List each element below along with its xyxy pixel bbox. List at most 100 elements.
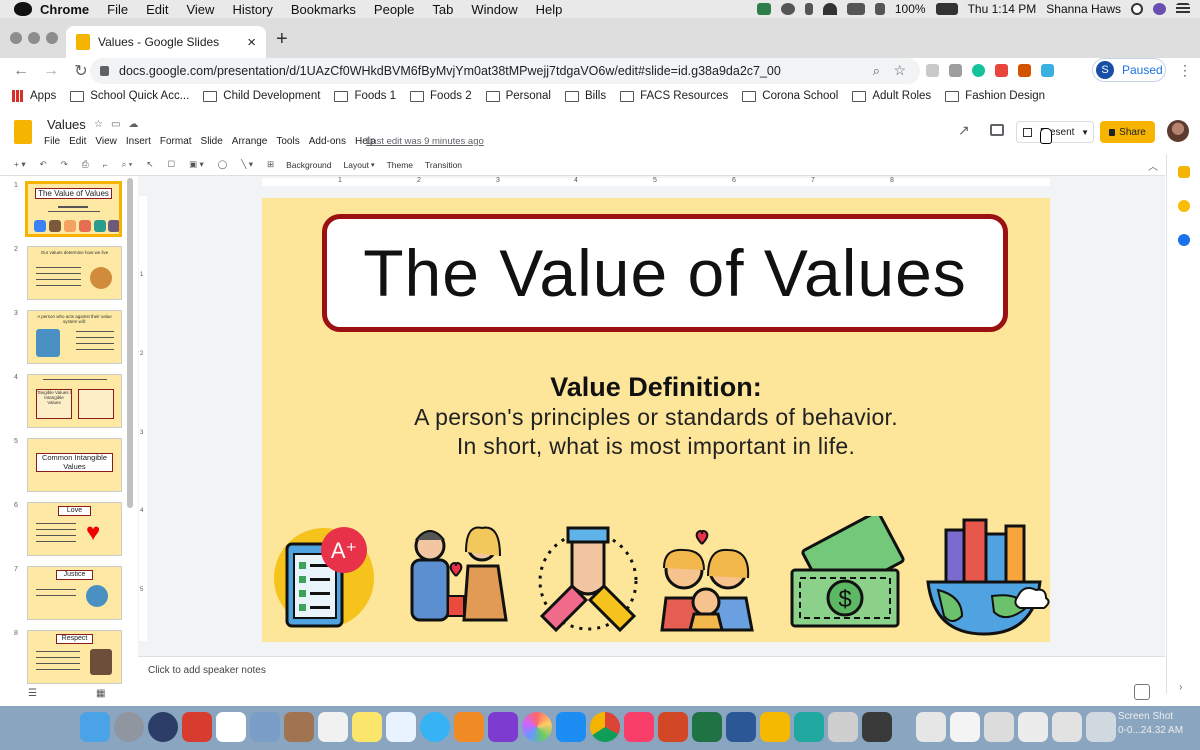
menu-window[interactable]: Window	[471, 2, 517, 17]
siri-dock-icon[interactable]	[148, 712, 178, 742]
giving-flower-icon[interactable]	[410, 526, 508, 622]
select-icon[interactable]: ↖	[146, 159, 153, 170]
messages-icon[interactable]	[420, 712, 450, 742]
menu-clock[interactable]: Thu 1:14 PM	[968, 2, 1037, 16]
bookmark-child-development[interactable]: Child Development	[203, 90, 320, 102]
excel-icon[interactable]	[692, 712, 722, 742]
calendar-dock-icon[interactable]	[216, 712, 246, 742]
profile-button[interactable]: S Paused	[1092, 58, 1166, 82]
slide-thumb[interactable]: Common Intangible Values	[27, 438, 122, 492]
menu-edit[interactable]: Edit	[146, 2, 168, 17]
share-button[interactable]: Share	[1100, 121, 1155, 143]
powerpoint-icon[interactable]	[658, 712, 688, 742]
user-avatar[interactable]	[1167, 120, 1189, 142]
recent-file-icon[interactable]	[916, 712, 946, 742]
menu-bookmarks[interactable]: Bookmarks	[291, 2, 356, 17]
menu-tab[interactable]: Tab	[432, 2, 453, 17]
menu-item-file[interactable]: File	[44, 136, 60, 147]
collapse-toolbar-icon[interactable]: ︿	[1148, 158, 1158, 173]
desktop-screenshot-file[interactable]: Screen Shot 0-0...24.32 AM	[1118, 710, 1183, 737]
chrome-icon[interactable]	[590, 712, 620, 742]
tab-values[interactable]: Values - Google Slides ×	[66, 26, 266, 58]
xcode-icon[interactable]	[794, 712, 824, 742]
outlook-icon[interactable]	[760, 712, 790, 742]
city-globe-icon[interactable]	[926, 518, 1050, 636]
last-edit-link[interactable]: Last edit was 9 minutes ago	[366, 136, 484, 147]
airplay-icon[interactable]	[846, 3, 865, 15]
menu-item-edit[interactable]: Edit	[69, 136, 86, 147]
app-icon[interactable]	[182, 712, 212, 742]
extension-screenshot-icon[interactable]	[1018, 64, 1031, 77]
slide-thumb[interactable]: Respect	[27, 630, 122, 684]
undo-icon[interactable]: ↶	[40, 159, 47, 170]
definition-heading[interactable]: Value Definition:	[262, 372, 1050, 403]
slide-thumb[interactable]: The Value of Values	[25, 181, 122, 237]
recent-file-icon[interactable]	[950, 712, 980, 742]
explore-icon[interactable]	[1134, 684, 1150, 700]
cloud-status-icon[interactable]: ☁	[128, 119, 138, 130]
recent-file-icon[interactable]	[984, 712, 1014, 742]
menu-people[interactable]: People	[374, 2, 414, 17]
notification-center-icon[interactable]	[1176, 3, 1190, 15]
bookmark-bills[interactable]: Bills	[564, 90, 606, 102]
menu-item-slide[interactable]: Slide	[201, 136, 223, 147]
imovie-icon[interactable]	[488, 712, 518, 742]
document-icon[interactable]	[828, 712, 858, 742]
launchpad-icon[interactable]	[114, 712, 144, 742]
window-minimize-icon[interactable]	[28, 32, 40, 44]
window-zoom-icon[interactable]	[46, 32, 58, 44]
line-icon[interactable]: ╲ ▾	[241, 159, 253, 170]
books-icon[interactable]	[454, 712, 484, 742]
siri-icon[interactable]	[1153, 3, 1166, 15]
background-button[interactable]: Background	[286, 160, 331, 170]
extension-record-icon[interactable]	[995, 64, 1008, 77]
bookmark-school-quick-access[interactable]: School Quick Acc...	[70, 90, 189, 102]
recent-file-icon[interactable]	[1052, 712, 1082, 742]
present-button[interactable]: Present ▼	[1016, 121, 1094, 143]
bookmark-foods-1[interactable]: Foods 1	[334, 90, 396, 102]
photos-icon[interactable]	[522, 712, 552, 742]
image-icon[interactable]: ▣ ▾	[189, 159, 204, 170]
slide-thumb[interactable]: Our values determine how we live	[27, 246, 122, 300]
menu-app-name[interactable]: Chrome	[40, 2, 89, 17]
window-close-icon[interactable]	[10, 32, 22, 44]
slide-thumb[interactable]: Love ♥	[27, 502, 122, 556]
bookmark-star-icon[interactable]: ☆	[893, 62, 906, 79]
menu-item-addons[interactable]: Add-ons	[309, 136, 346, 147]
forward-icon[interactable]: →	[42, 62, 60, 80]
tasks-icon[interactable]	[1178, 234, 1190, 246]
paint-format-icon[interactable]: ⌐	[103, 160, 108, 170]
money-icon[interactable]: $	[790, 516, 905, 628]
bookmark-foods-2[interactable]: Foods 2	[410, 90, 472, 102]
expand-panel-icon[interactable]: ›	[1179, 682, 1182, 693]
word-icon[interactable]	[726, 712, 756, 742]
chrome-menu-icon[interactable]: ⋮	[1178, 62, 1192, 79]
extension-cloud-icon[interactable]	[1041, 64, 1054, 77]
tab-close-icon[interactable]: ×	[247, 34, 256, 51]
reload-icon[interactable]: ↻	[72, 61, 90, 81]
wifi-icon[interactable]	[822, 3, 837, 15]
report-card-icon[interactable]: A⁺	[274, 527, 374, 628]
slides-logo-icon[interactable]	[14, 120, 32, 144]
speaker-notes-field[interactable]: Click to add speaker notes	[138, 656, 1165, 686]
comment-add-icon[interactable]: ⊞	[267, 159, 274, 170]
comments-icon[interactable]	[990, 124, 1004, 136]
slide-canvas[interactable]: The Value of Values Value Definition: A …	[262, 198, 1050, 642]
new-tab-icon[interactable]: +	[276, 28, 288, 51]
activity-icon[interactable]: ↗	[958, 122, 970, 139]
bookmark-adult-roles[interactable]: Adult Roles	[852, 90, 931, 102]
menu-item-format[interactable]: Format	[160, 136, 192, 147]
teamwork-hands-icon[interactable]	[538, 526, 638, 633]
menu-item-arrange[interactable]: Arrange	[232, 136, 268, 147]
text-box-icon[interactable]: ☐	[167, 159, 175, 170]
screenshot-icon[interactable]	[862, 712, 892, 742]
reminders-icon[interactable]	[318, 712, 348, 742]
menu-user[interactable]: Shanna Haws	[1046, 2, 1121, 16]
filmstrip-scrollbar[interactable]	[127, 178, 133, 508]
music-icon[interactable]	[624, 712, 654, 742]
grid-view-icon[interactable]: ▦	[96, 688, 105, 699]
finder-icon[interactable]	[80, 712, 110, 742]
slide-thumb[interactable]: Tangible Values / Intangible Values	[27, 374, 122, 428]
move-folder-icon[interactable]: ▭	[111, 119, 120, 130]
battery-icon[interactable]	[935, 3, 958, 15]
